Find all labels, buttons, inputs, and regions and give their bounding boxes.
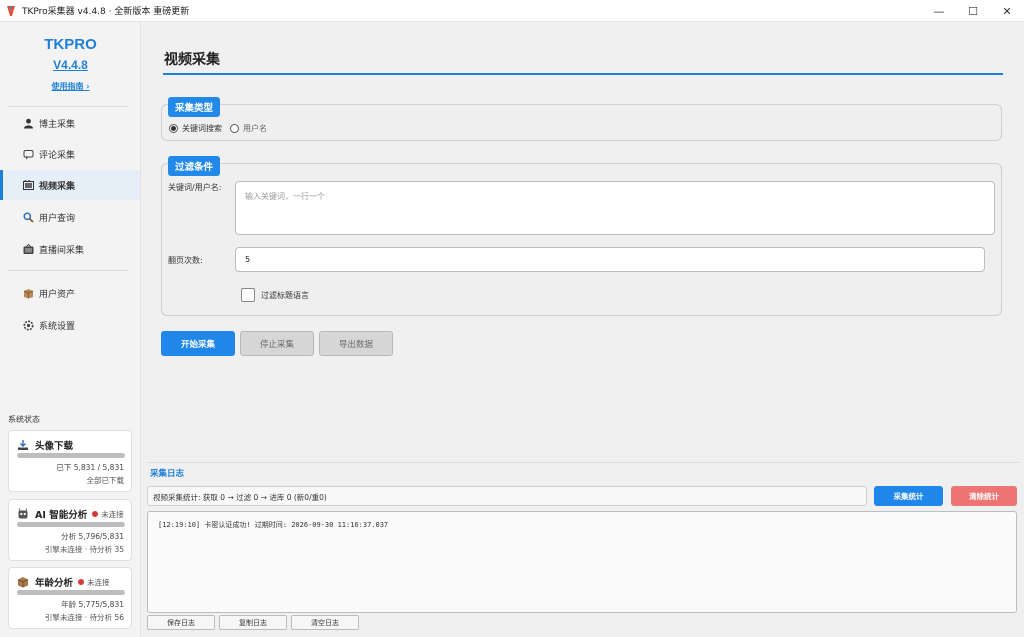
clear-stats-button[interactable]: 清除统计 — [951, 486, 1017, 506]
card-header: 头像下载 — [17, 438, 73, 452]
status-dot-icon — [78, 579, 85, 585]
log-line: [12:19:10] 卡密认证成功! 过期时间: 2026-09-30 11:1… — [158, 521, 389, 529]
card-count: 已下 5,831 / 5,831 — [56, 463, 124, 472]
keyword-textarea[interactable]: 输入关键词，一行一个 — [235, 181, 995, 235]
sidebar-item-label: 直播间采集 — [39, 245, 85, 256]
sidebar-item-label: 博主采集 — [39, 119, 76, 130]
log-output[interactable]: [12:19:10] 卡密认证成功! 过期时间: 2026-09-30 11:1… — [147, 511, 1017, 613]
box-icon — [17, 576, 29, 588]
card-header: 年龄分析 未连接 — [17, 575, 110, 589]
collect-type-badge: 采集类型 — [168, 97, 221, 117]
card-note: 引擎未连接 · 待分析 56 — [44, 613, 124, 622]
download-icon — [17, 439, 29, 451]
minimize-button[interactable]: — — [922, 0, 956, 22]
card-count: 年龄 5,775/5,831 — [61, 600, 124, 609]
sidebar-item-video[interactable]: 视频采集 — [0, 170, 140, 200]
progress-bar — [17, 522, 125, 527]
card-count: 分析 5,796/5,831 — [61, 532, 124, 541]
card-note: 引擎未连接 · 待分析 35 — [44, 545, 124, 554]
sidebar-item-label: 用户查询 — [39, 213, 76, 224]
title-bar: TKPro采集器 v4.4.8 · 全新版本 重磅更新 — ☐ ✕ — [0, 0, 1024, 22]
window-controls: — ☐ ✕ — [922, 0, 1024, 22]
user-guide-link[interactable]: 使用指南 › — [0, 81, 141, 92]
gear-icon — [22, 319, 34, 331]
sidebar-item-comments[interactable]: 评论采集 — [0, 139, 140, 169]
export-data-button[interactable]: 导出数据 — [319, 331, 393, 356]
sidebar-item-label: 用户资产 — [39, 289, 76, 300]
copy-log-button[interactable]: 复制日志 — [219, 615, 287, 630]
clear-log-button[interactable]: 清空日志 — [291, 615, 359, 630]
collect-type-group: 采集类型 关键词搜索 用户名 — [161, 97, 1002, 141]
progress-bar — [17, 590, 125, 595]
search-icon — [22, 211, 34, 223]
collect-stats-button[interactable]: 采集统计 — [874, 486, 943, 506]
stop-collect-button[interactable]: 停止采集 — [240, 331, 314, 356]
person-icon — [22, 117, 34, 129]
status-dot-icon — [92, 511, 99, 517]
sidebar-item-live[interactable]: 直播间采集 — [0, 234, 140, 264]
robot-icon — [17, 508, 29, 520]
sidebar-divider — [8, 106, 128, 107]
collect-type-options: 关键词搜索 用户名 — [169, 123, 275, 134]
pages-label: 翻页次数: — [168, 256, 203, 265]
video-icon — [22, 179, 34, 191]
lang-filter-checkbox[interactable] — [241, 288, 255, 302]
sidebar-item-label: 视频采集 — [39, 181, 76, 192]
sidebar-divider — [8, 270, 128, 271]
sidebar-item-label: 评论采集 — [39, 150, 76, 161]
save-log-button[interactable]: 保存日志 — [147, 615, 215, 630]
filter-group: 过滤条件 关键词/用户名: 输入关键词，一行一个 翻页次数: 5 过滤标题语言 — [161, 156, 1002, 316]
avatar-download-card: 头像下载 已下 5,831 / 5,831 全部已下载 — [8, 430, 132, 492]
radio-keyword-search[interactable] — [169, 124, 178, 133]
sidebar-item-settings[interactable]: 系统设置 — [0, 310, 140, 340]
system-status-title: 系统状态 — [8, 415, 40, 424]
filter-badge: 过滤条件 — [168, 156, 221, 176]
ai-analysis-card: AI 智能分析 未连接 分析 5,796/5,831 引擎未连接 · 待分析 3… — [8, 499, 132, 561]
radio-username[interactable] — [230, 124, 239, 133]
card-title: 头像下载 — [35, 441, 74, 452]
log-panel: 采集日志 视频采集统计: 获取 0 → 过滤 0 → 进库 0 (新0/重0) … — [147, 462, 1020, 637]
status-badge: 未连接 — [78, 577, 110, 588]
close-button[interactable]: ✕ — [990, 0, 1024, 22]
comment-icon — [22, 148, 34, 160]
app-logo-icon — [6, 5, 16, 17]
brand-version[interactable]: V4.4.8 — [0, 58, 141, 72]
stats-field: 视频采集统计: 获取 0 → 过滤 0 → 进库 0 (新0/重0) — [147, 486, 867, 506]
card-title: AI 智能分析 — [35, 510, 88, 521]
age-analysis-card: 年龄分析 未连接 年龄 5,775/5,831 引擎未连接 · 待分析 56 — [8, 567, 132, 629]
start-collect-button[interactable]: 开始采集 — [161, 331, 235, 356]
sidebar: TKPRO V4.4.8 使用指南 › 博主采集 评论采集 视频采集 用户查询 … — [0, 22, 141, 637]
pages-input[interactable]: 5 — [235, 247, 985, 272]
title-underline — [163, 73, 1003, 75]
keyword-label: 关键词/用户名: — [168, 183, 222, 192]
status-text: 未连接 — [87, 577, 110, 587]
sidebar-item-blogger[interactable]: 博主采集 — [0, 108, 140, 138]
status-badge: 未连接 — [92, 509, 124, 520]
progress-bar — [17, 453, 125, 458]
card-title: 年龄分析 — [35, 578, 74, 589]
maximize-button[interactable]: ☐ — [956, 0, 990, 22]
card-note: 全部已下载 — [86, 476, 125, 485]
lang-filter-row[interactable]: 过滤标题语言 — [241, 288, 309, 302]
page-title: 视频采集 — [164, 52, 220, 68]
log-title: 采集日志 — [150, 469, 185, 479]
lang-filter-label[interactable]: 过滤标题语言 — [261, 290, 309, 301]
asset-icon — [22, 287, 34, 299]
window-title: TKPro采集器 v4.4.8 · 全新版本 重磅更新 — [22, 7, 190, 17]
sidebar-item-user-query[interactable]: 用户查询 — [0, 202, 140, 232]
sidebar-item-assets[interactable]: 用户资产 — [0, 278, 140, 308]
radio-label[interactable]: 关键词搜索 — [182, 123, 222, 134]
radio-label[interactable]: 用户名 — [243, 123, 267, 134]
live-icon — [22, 243, 34, 255]
brand-name: TKPRO — [44, 36, 97, 53]
sidebar-item-label: 系统设置 — [39, 321, 76, 332]
status-text: 未连接 — [101, 509, 124, 519]
card-header: AI 智能分析 未连接 — [17, 507, 124, 521]
main-panel: 视频采集 采集类型 关键词搜索 用户名 过滤条件 关键词/用户名: 输入关键词，… — [141, 22, 1024, 637]
brand: TKPRO V4.4.8 使用指南 › — [0, 36, 141, 92]
